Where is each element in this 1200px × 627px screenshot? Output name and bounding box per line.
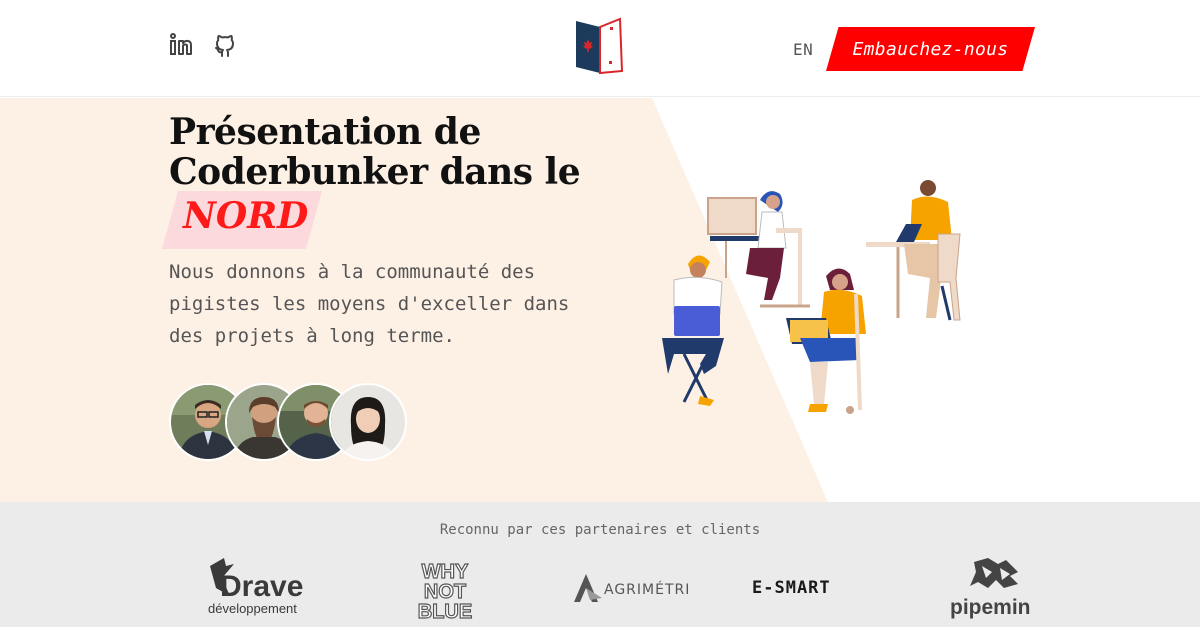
svg-text:NOT: NOT — [424, 581, 466, 603]
partner-pipemin-name: pipemin — [950, 596, 1031, 619]
region-label: NORD — [183, 195, 309, 237]
avatar — [329, 383, 407, 461]
partners-section: Reconnu par ces partenaires et clients D… — [0, 502, 1200, 627]
site-header: EN Embauchez-nous — [0, 0, 1200, 97]
hire-us-button[interactable]: Embauchez-nous — [826, 27, 1035, 71]
language-toggle[interactable]: EN — [793, 40, 813, 59]
hero-title: Présentation de Coderbunker dans le — [169, 111, 581, 193]
svg-text:BLUE: BLUE — [418, 601, 472, 620]
partner-logo-agrimetrie: AGRIMÉTRIE — [572, 572, 699, 608]
coderbunker-logo[interactable] — [574, 17, 626, 75]
partner-drave-subtitle: développement — [208, 601, 297, 616]
svg-text:WHY: WHY — [422, 561, 469, 583]
linkedin-icon[interactable] — [169, 32, 193, 56]
partners-title: Reconnu par ces partenaires et clients — [439, 522, 761, 538]
github-icon[interactable] — [213, 32, 237, 58]
partner-logo-pipemin: pipemin — [948, 558, 1032, 624]
hero-description: Nous donnons à la communauté des pigiste… — [169, 261, 570, 347]
partner-drave-name: Drave — [220, 570, 303, 603]
partner-logo-drave: Drave développement — [206, 556, 312, 622]
partner-logo-esmart: E-SMART — [752, 576, 872, 602]
freelancers-illustration — [662, 180, 961, 414]
partner-esmart-name: E-SMART — [752, 578, 831, 598]
partner-agrimetrie-name: AGRIMÉTRIE — [604, 581, 690, 598]
partner-logo-whynotblue: WHY NOT BLUE — [410, 556, 480, 624]
